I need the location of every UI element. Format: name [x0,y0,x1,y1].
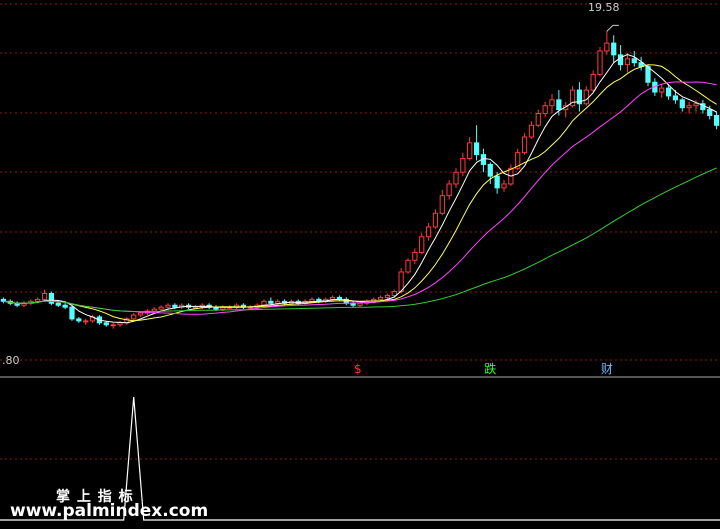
candle-body [473,142,480,156]
candle-body [350,302,356,306]
candle-body [556,99,562,111]
candle-body [645,66,651,83]
candle-body [275,300,281,304]
candle-body [672,95,679,101]
candle-body [707,109,713,116]
candle-body [69,306,75,320]
candle-body [597,50,603,75]
candle-body [487,163,493,177]
watermark-url: www.palmindex.com [10,501,209,521]
candle-body [453,171,459,185]
candle-body [151,308,157,312]
candle-body [103,322,109,326]
ma5-line [3,53,717,324]
candle-series [0,31,720,329]
candle-body [377,296,384,300]
candle-body [439,195,445,214]
candle-body [611,42,617,56]
high-marker [606,24,619,32]
candle-body [665,87,672,97]
candle-body [412,251,418,261]
candle-body [309,298,315,302]
signal-label: $ [354,362,362,376]
candle-body [405,259,411,273]
candle-body [110,324,116,327]
price-label-high: 19.58 [588,1,620,14]
candle-body [590,73,596,91]
candle-body [419,236,425,253]
candle-body [521,136,528,154]
ma60-line [3,167,717,313]
price-labels: .80 19.58 [2,1,620,367]
signal-labels: $ 跌 财 [354,361,613,376]
candle-body [83,320,89,323]
candle-body [494,175,500,189]
candle-body [172,304,178,308]
price-grid [0,3,720,460]
candle-body [329,296,336,300]
candlestick-chart: .80 19.58 $ 跌 财 [0,1,720,521]
candle-body [62,304,68,308]
candle-body [624,58,631,66]
candle-body [425,226,432,238]
candle-body [617,54,624,66]
candle-body [446,183,452,197]
price-label-low: .80 [2,354,20,367]
candle-body [604,42,610,52]
candle-body [549,99,555,107]
candle-body [41,292,48,300]
ma10-line [3,64,717,322]
candle-body [35,298,41,302]
candle-body [460,158,466,173]
candle-body [679,99,685,109]
candle-body [686,105,692,109]
candle-body [158,306,164,310]
candle-body [542,105,548,115]
candle-body [535,113,541,126]
candle-body [165,304,171,308]
signal-label: 跌 [484,361,496,376]
candle-body [713,114,720,126]
signal-label: 财 [601,362,613,376]
candle-body [583,89,589,105]
candle-body [528,124,535,138]
ma20-line [3,81,717,315]
candle-body [384,294,391,298]
candle-body [192,306,199,309]
candle-body [391,291,397,296]
candle-body [467,142,473,160]
candle-body [398,271,404,293]
candle-body [117,322,123,326]
candle-body [659,87,665,93]
candle-body [76,318,82,322]
candle-body [693,103,699,107]
candle-body [432,212,439,228]
candle-body [357,302,363,306]
candle-body [131,314,137,320]
moving-average-lines [3,53,717,324]
candle-body [631,58,637,64]
candle-body [137,312,144,316]
candle-body [55,302,61,306]
candle-body [501,183,507,189]
candle-body [268,300,274,304]
